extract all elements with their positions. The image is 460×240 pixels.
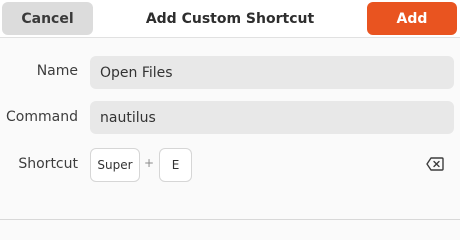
- command-field-value: nautilus: [100, 109, 156, 126]
- shortcut-key-separator: +: [144, 156, 155, 170]
- cancel-button[interactable]: Cancel: [2, 2, 93, 35]
- add-custom-shortcut-dialog: Cancel Add Custom Shortcut Add Name Open…: [0, 0, 460, 220]
- backspace-icon[interactable]: [426, 157, 444, 171]
- command-label: Command: [6, 109, 78, 125]
- dialog-title: Add Custom Shortcut: [145, 11, 315, 27]
- shortcut-key-super[interactable]: Super: [90, 148, 140, 182]
- name-label: Name: [36, 63, 78, 79]
- add-button[interactable]: Add: [367, 2, 457, 35]
- shortcut-key-e[interactable]: E: [159, 148, 192, 182]
- command-field[interactable]: nautilus: [90, 101, 454, 134]
- shortcut-label: Shortcut: [18, 156, 78, 172]
- name-field[interactable]: Open Files: [90, 56, 454, 89]
- header-bar: Cancel Add Custom Shortcut Add: [0, 0, 460, 38]
- name-field-value: Open Files: [100, 64, 173, 81]
